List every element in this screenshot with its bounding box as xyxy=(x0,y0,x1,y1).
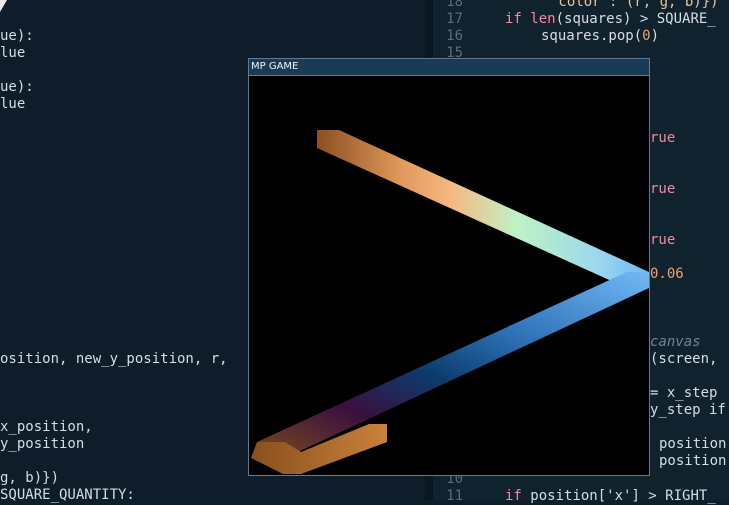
code-line: if len(squares) > SQUARE_ xyxy=(505,11,716,28)
code-line: lue xyxy=(0,96,26,112)
code-line: osition, new_y_position, r, xyxy=(0,351,228,367)
mouse-cursor-icon xyxy=(0,0,7,12)
builtin-token: len xyxy=(530,11,556,27)
line-number: 11 xyxy=(446,488,463,504)
snake-body-lower xyxy=(257,272,649,458)
line-number: 18 xyxy=(446,0,463,10)
code-fragment: = x_step xyxy=(650,385,718,401)
keyword-token: if xyxy=(505,488,522,504)
code-fragment: rue xyxy=(650,181,676,197)
code-comment: canvas xyxy=(650,334,701,350)
game-canvas[interactable] xyxy=(249,76,649,476)
code-line: y_position xyxy=(0,436,85,452)
keyword-token: if xyxy=(505,11,522,27)
code-fragment: (screen, xyxy=(650,351,718,367)
code-fragment: 0.06 xyxy=(650,266,684,282)
game-window-title: MP GAME xyxy=(251,61,299,72)
code-fragment: rue xyxy=(650,232,676,248)
line-number: 17 xyxy=(446,11,463,27)
code-line: 'color': (r, g, b)}) xyxy=(550,0,719,10)
code-text: position['x'] > RIGHT_ xyxy=(530,488,716,504)
code-text: (squares) > SQUARE_ xyxy=(555,11,716,27)
code-fragment: rue xyxy=(650,130,676,146)
game-window-titlebar[interactable]: MP GAME xyxy=(249,59,649,76)
snake-body-upper xyxy=(317,130,649,288)
code-text: ) xyxy=(650,28,660,44)
code-line: ue): xyxy=(0,79,34,95)
code-line: ue): xyxy=(0,28,34,44)
code-fragment: position xyxy=(659,453,727,469)
code-line: if position['x'] > RIGHT_ xyxy=(505,488,716,505)
code-fragment: y_step if xyxy=(650,402,726,418)
code-line: squares.pop(0) xyxy=(541,28,659,45)
number-token: 0 xyxy=(642,28,651,44)
code-line: SQUARE_QUANTITY: xyxy=(0,487,135,503)
code-line: g, b)}) xyxy=(0,470,60,486)
game-window[interactable]: MP GAME xyxy=(248,58,650,476)
code-text: squares.pop( xyxy=(541,28,643,44)
code-fragment: position xyxy=(659,436,727,452)
line-number: 16 xyxy=(446,28,463,44)
code-line: x_position, xyxy=(0,419,93,435)
code-line: lue xyxy=(0,45,26,61)
